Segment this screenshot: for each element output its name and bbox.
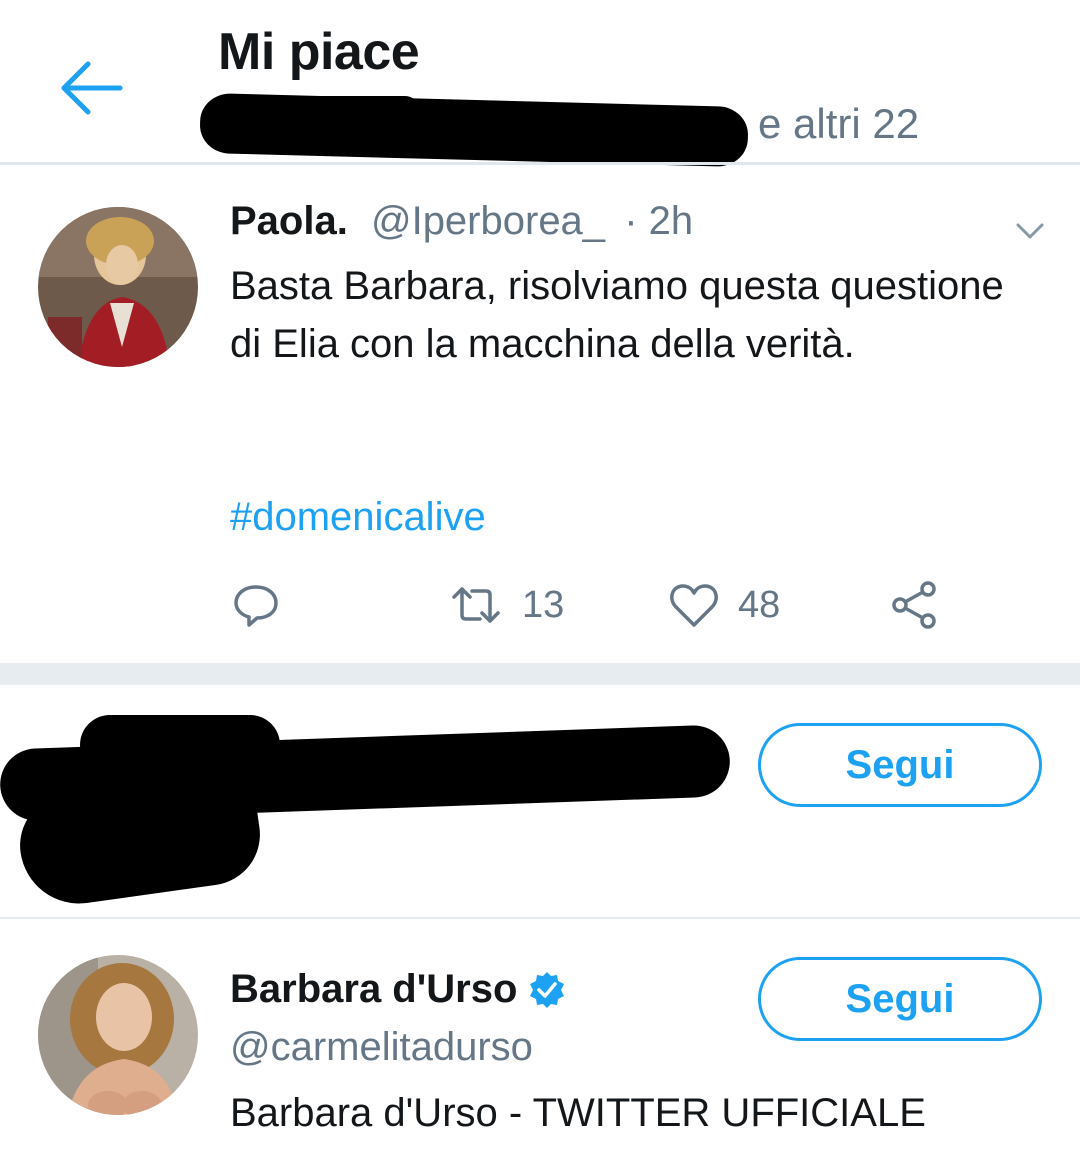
section-separator [0, 663, 1080, 685]
share-icon [892, 581, 936, 629]
user-handle[interactable]: @carmelitadurso [230, 1025, 533, 1070]
tweet-actions: 13 48 [0, 575, 1080, 635]
subtitle-tail: e altri 22 [758, 100, 920, 147]
user-bio: Barbara d'Urso - TWITTER UFFICIALE [230, 1091, 926, 1135]
user-row[interactable]: Barbara d'Urso @carmelitadurso Barbara d… [0, 919, 1080, 1158]
back-button[interactable] [52, 48, 132, 128]
like-count: 48 [738, 583, 781, 626]
tweet-author-avatar[interactable] [38, 207, 198, 367]
share-button[interactable] [888, 575, 940, 635]
retweet-count: 13 [522, 583, 565, 626]
retweet-button[interactable]: 13 [448, 575, 564, 635]
follow-button[interactable]: Segui [758, 723, 1042, 807]
reply-icon [234, 585, 278, 627]
page-title: Mi piace [218, 23, 420, 81]
chevron-down-icon [1016, 223, 1044, 239]
tweet-header: Paola. @Iperborea_ · 2h [230, 199, 693, 244]
retweet-icon [452, 587, 500, 623]
user-row[interactable]: Segui [0, 685, 1080, 917]
redaction-mark [80, 715, 280, 775]
verified-badge-icon [530, 971, 565, 1008]
top-bar: Mi piace e altri 22 [0, 0, 1080, 168]
like-button[interactable]: 48 [668, 575, 780, 635]
tweet-author-name[interactable]: Paola. [230, 199, 348, 243]
heart-icon [670, 584, 718, 627]
tweet-menu-button[interactable] [1010, 217, 1050, 247]
redaction-mark [220, 96, 420, 126]
reply-button[interactable] [232, 575, 280, 635]
tweet-hashtag-link[interactable]: #domenicalive [230, 495, 486, 540]
tweet-text: Basta Barbara, risolviamo questa questio… [230, 264, 1004, 366]
follow-button[interactable]: Segui [758, 957, 1042, 1041]
user-name[interactable]: Barbara d'Urso [230, 967, 517, 1012]
user-name-line: Barbara d'Urso [230, 967, 567, 1012]
tweet-card[interactable]: Paola. @Iperborea_ · 2h Basta Barbara, r… [0, 165, 1080, 663]
tweet-author-handle[interactable]: @Iperborea_ [371, 199, 605, 243]
user-avatar[interactable] [38, 955, 198, 1115]
back-arrow-icon [61, 61, 123, 115]
tweet-timestamp: · 2h [624, 199, 694, 243]
